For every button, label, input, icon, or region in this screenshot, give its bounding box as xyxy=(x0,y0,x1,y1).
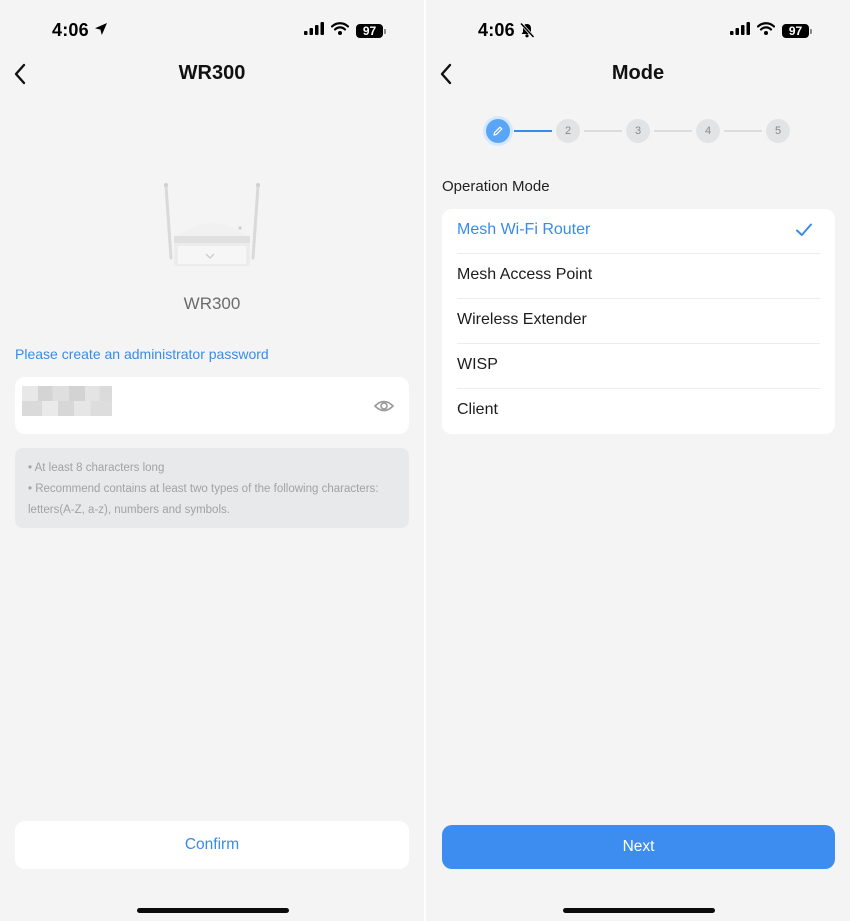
mode-option-label: Mesh Wi-Fi Router xyxy=(457,221,591,238)
operation-mode-label: Operation Mode xyxy=(442,178,550,195)
password-setup-screen: 4:06 97 WR300 WR300 Please create an adm… xyxy=(0,0,424,921)
wifi-icon xyxy=(756,22,776,40)
next-button[interactable]: Next xyxy=(442,825,835,869)
mode-option-mesh-wifi-router[interactable]: Mesh Wi-Fi Router xyxy=(442,209,835,254)
mode-option-client[interactable]: Client xyxy=(442,389,835,434)
mode-option-wisp[interactable]: WISP xyxy=(442,344,835,389)
step-connector xyxy=(654,130,692,132)
cellular-signal-icon xyxy=(730,22,750,40)
battery-level: 97 xyxy=(782,24,809,38)
wifi-icon xyxy=(330,22,350,40)
status-bar: 4:06 97 xyxy=(426,0,850,60)
pencil-icon xyxy=(492,126,504,140)
step-1-current xyxy=(486,119,510,143)
battery-tip xyxy=(384,28,386,34)
status-icons: 97 xyxy=(730,22,812,40)
bell-slash-icon xyxy=(519,22,535,43)
page-title: Mode xyxy=(611,62,665,84)
password-prompt: Please create an administrator password xyxy=(15,346,269,362)
battery-indicator: 97 xyxy=(356,24,386,38)
hint-item: • Recommend contains at least two types … xyxy=(28,483,379,516)
mode-option-label: WISP xyxy=(457,356,498,373)
nav-bar: WR300 xyxy=(0,54,424,96)
battery-tip xyxy=(810,28,812,34)
router-image xyxy=(160,180,264,270)
step-4: 4 xyxy=(696,119,720,143)
password-input[interactable] xyxy=(15,377,409,434)
status-icons: 97 xyxy=(304,22,386,40)
step-connector xyxy=(584,130,622,132)
mode-selection-screen: 4:06 97 Mode 2 3 4 5 Operation Mode Mesh… xyxy=(426,0,850,921)
step-3: 3 xyxy=(626,119,650,143)
status-bar: 4:06 97 xyxy=(0,0,424,60)
mode-option-label: Wireless Extender xyxy=(457,311,587,328)
home-indicator xyxy=(137,908,289,913)
cellular-signal-icon xyxy=(304,22,324,40)
status-time: 4:06 xyxy=(478,20,515,40)
setup-stepper: 2 3 4 5 xyxy=(486,119,790,143)
eye-icon[interactable] xyxy=(373,395,395,417)
battery-level: 97 xyxy=(356,24,383,38)
step-connector xyxy=(514,130,552,132)
nav-bar: Mode xyxy=(426,54,850,96)
confirm-button[interactable]: Confirm xyxy=(15,821,409,869)
password-value-masked xyxy=(22,386,112,416)
battery-indicator: 97 xyxy=(782,24,812,38)
operation-mode-list: Mesh Wi-Fi Router Mesh Access Point Wire… xyxy=(442,209,835,434)
location-arrow-icon xyxy=(94,22,108,41)
step-connector xyxy=(724,130,762,132)
step-2: 2 xyxy=(556,119,580,143)
page-title: WR300 xyxy=(178,62,246,84)
step-5: 5 xyxy=(766,119,790,143)
mode-option-wireless-extender[interactable]: Wireless Extender xyxy=(442,299,835,344)
hint-item: • At least 8 characters long xyxy=(28,462,165,474)
mode-option-label: Client xyxy=(457,401,498,418)
home-indicator xyxy=(563,908,715,913)
password-hints: • At least 8 characters long • Recommend… xyxy=(15,448,409,528)
mode-option-mesh-access-point[interactable]: Mesh Access Point xyxy=(442,254,835,299)
mode-option-label: Mesh Access Point xyxy=(457,266,593,283)
checkmark-icon xyxy=(795,222,813,238)
device-name: WR300 xyxy=(183,294,241,313)
status-time: 4:06 xyxy=(52,20,89,40)
